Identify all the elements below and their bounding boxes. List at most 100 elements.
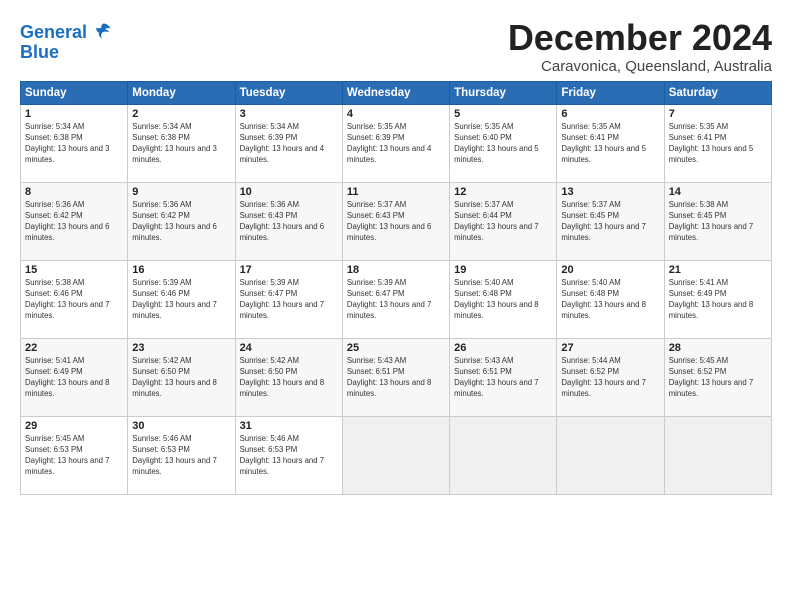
header: General Blue December 2024 Caravonica, Q… [20,18,772,75]
calendar-cell: 24Sunrise: 5:42 AMSunset: 6:50 PMDayligh… [235,338,342,416]
day-number: 9 [132,186,230,198]
day-number: 21 [669,264,767,276]
day-detail: Sunrise: 5:40 AMSunset: 6:48 PMDaylight:… [454,277,552,322]
calendar-cell: 14Sunrise: 5:38 AMSunset: 6:45 PMDayligh… [664,182,771,260]
col-header-monday: Monday [128,81,235,104]
month-title: December 2024 [508,18,772,58]
day-detail: Sunrise: 5:41 AMSunset: 6:49 PMDaylight:… [669,277,767,322]
day-detail: Sunrise: 5:41 AMSunset: 6:49 PMDaylight:… [25,355,123,400]
day-detail: Sunrise: 5:39 AMSunset: 6:46 PMDaylight:… [132,277,230,322]
header-row: SundayMondayTuesdayWednesdayThursdayFrid… [21,81,772,104]
day-number: 17 [240,264,338,276]
day-detail: Sunrise: 5:37 AMSunset: 6:43 PMDaylight:… [347,199,445,244]
logo-general: General [20,22,87,42]
calendar-cell: 19Sunrise: 5:40 AMSunset: 6:48 PMDayligh… [450,260,557,338]
calendar-cell [664,416,771,494]
day-number: 5 [454,108,552,120]
col-header-wednesday: Wednesday [342,81,449,104]
day-detail: Sunrise: 5:35 AMSunset: 6:40 PMDaylight:… [454,121,552,166]
calendar-cell: 7Sunrise: 5:35 AMSunset: 6:41 PMDaylight… [664,104,771,182]
day-number: 31 [240,420,338,432]
calendar-cell: 18Sunrise: 5:39 AMSunset: 6:47 PMDayligh… [342,260,449,338]
calendar-cell: 6Sunrise: 5:35 AMSunset: 6:41 PMDaylight… [557,104,664,182]
day-number: 30 [132,420,230,432]
day-detail: Sunrise: 5:43 AMSunset: 6:51 PMDaylight:… [454,355,552,400]
week-row-2: 8Sunrise: 5:36 AMSunset: 6:42 PMDaylight… [21,182,772,260]
week-row-5: 29Sunrise: 5:45 AMSunset: 6:53 PMDayligh… [21,416,772,494]
day-number: 27 [561,342,659,354]
calendar-cell: 27Sunrise: 5:44 AMSunset: 6:52 PMDayligh… [557,338,664,416]
day-detail: Sunrise: 5:46 AMSunset: 6:53 PMDaylight:… [132,433,230,478]
calendar-cell: 31Sunrise: 5:46 AMSunset: 6:53 PMDayligh… [235,416,342,494]
calendar-cell: 21Sunrise: 5:41 AMSunset: 6:49 PMDayligh… [664,260,771,338]
day-number: 4 [347,108,445,120]
calendar-cell: 12Sunrise: 5:37 AMSunset: 6:44 PMDayligh… [450,182,557,260]
day-detail: Sunrise: 5:37 AMSunset: 6:45 PMDaylight:… [561,199,659,244]
day-detail: Sunrise: 5:38 AMSunset: 6:45 PMDaylight:… [669,199,767,244]
day-detail: Sunrise: 5:36 AMSunset: 6:42 PMDaylight:… [132,199,230,244]
day-number: 2 [132,108,230,120]
day-detail: Sunrise: 5:39 AMSunset: 6:47 PMDaylight:… [240,277,338,322]
week-row-3: 15Sunrise: 5:38 AMSunset: 6:46 PMDayligh… [21,260,772,338]
day-number: 23 [132,342,230,354]
col-header-friday: Friday [557,81,664,104]
calendar-cell: 17Sunrise: 5:39 AMSunset: 6:47 PMDayligh… [235,260,342,338]
logo-text: General [20,22,114,43]
calendar-cell: 29Sunrise: 5:45 AMSunset: 6:53 PMDayligh… [21,416,128,494]
day-number: 20 [561,264,659,276]
page: General Blue December 2024 Caravonica, Q… [0,0,792,612]
calendar-cell: 20Sunrise: 5:40 AMSunset: 6:48 PMDayligh… [557,260,664,338]
day-detail: Sunrise: 5:36 AMSunset: 6:42 PMDaylight:… [25,199,123,244]
day-detail: Sunrise: 5:42 AMSunset: 6:50 PMDaylight:… [132,355,230,400]
calendar-cell: 15Sunrise: 5:38 AMSunset: 6:46 PMDayligh… [21,260,128,338]
day-number: 24 [240,342,338,354]
day-detail: Sunrise: 5:34 AMSunset: 6:39 PMDaylight:… [240,121,338,166]
day-number: 13 [561,186,659,198]
day-detail: Sunrise: 5:39 AMSunset: 6:47 PMDaylight:… [347,277,445,322]
day-number: 7 [669,108,767,120]
calendar-cell [557,416,664,494]
col-header-thursday: Thursday [450,81,557,104]
day-number: 28 [669,342,767,354]
day-detail: Sunrise: 5:45 AMSunset: 6:52 PMDaylight:… [669,355,767,400]
col-header-saturday: Saturday [664,81,771,104]
calendar-cell: 8Sunrise: 5:36 AMSunset: 6:42 PMDaylight… [21,182,128,260]
day-number: 1 [25,108,123,120]
calendar-cell: 22Sunrise: 5:41 AMSunset: 6:49 PMDayligh… [21,338,128,416]
calendar-cell [450,416,557,494]
day-detail: Sunrise: 5:35 AMSunset: 6:41 PMDaylight:… [561,121,659,166]
day-detail: Sunrise: 5:42 AMSunset: 6:50 PMDaylight:… [240,355,338,400]
calendar-cell: 13Sunrise: 5:37 AMSunset: 6:45 PMDayligh… [557,182,664,260]
col-header-sunday: Sunday [21,81,128,104]
calendar-cell: 26Sunrise: 5:43 AMSunset: 6:51 PMDayligh… [450,338,557,416]
day-detail: Sunrise: 5:38 AMSunset: 6:46 PMDaylight:… [25,277,123,322]
day-detail: Sunrise: 5:44 AMSunset: 6:52 PMDaylight:… [561,355,659,400]
day-number: 3 [240,108,338,120]
calendar-cell: 4Sunrise: 5:35 AMSunset: 6:39 PMDaylight… [342,104,449,182]
calendar-cell: 30Sunrise: 5:46 AMSunset: 6:53 PMDayligh… [128,416,235,494]
day-number: 11 [347,186,445,198]
day-number: 12 [454,186,552,198]
day-number: 8 [25,186,123,198]
day-number: 6 [561,108,659,120]
day-detail: Sunrise: 5:43 AMSunset: 6:51 PMDaylight:… [347,355,445,400]
day-detail: Sunrise: 5:34 AMSunset: 6:38 PMDaylight:… [25,121,123,166]
col-header-tuesday: Tuesday [235,81,342,104]
day-detail: Sunrise: 5:46 AMSunset: 6:53 PMDaylight:… [240,433,338,478]
calendar-cell: 28Sunrise: 5:45 AMSunset: 6:52 PMDayligh… [664,338,771,416]
calendar-cell: 3Sunrise: 5:34 AMSunset: 6:39 PMDaylight… [235,104,342,182]
calendar-cell: 16Sunrise: 5:39 AMSunset: 6:46 PMDayligh… [128,260,235,338]
day-number: 18 [347,264,445,276]
day-detail: Sunrise: 5:34 AMSunset: 6:38 PMDaylight:… [132,121,230,166]
location-title: Caravonica, Queensland, Australia [508,58,772,75]
day-detail: Sunrise: 5:35 AMSunset: 6:39 PMDaylight:… [347,121,445,166]
week-row-1: 1Sunrise: 5:34 AMSunset: 6:38 PMDaylight… [21,104,772,182]
day-number: 25 [347,342,445,354]
day-number: 15 [25,264,123,276]
logo: General Blue [20,22,114,62]
day-detail: Sunrise: 5:37 AMSunset: 6:44 PMDaylight:… [454,199,552,244]
day-number: 19 [454,264,552,276]
calendar-cell: 9Sunrise: 5:36 AMSunset: 6:42 PMDaylight… [128,182,235,260]
day-number: 14 [669,186,767,198]
day-detail: Sunrise: 5:45 AMSunset: 6:53 PMDaylight:… [25,433,123,478]
